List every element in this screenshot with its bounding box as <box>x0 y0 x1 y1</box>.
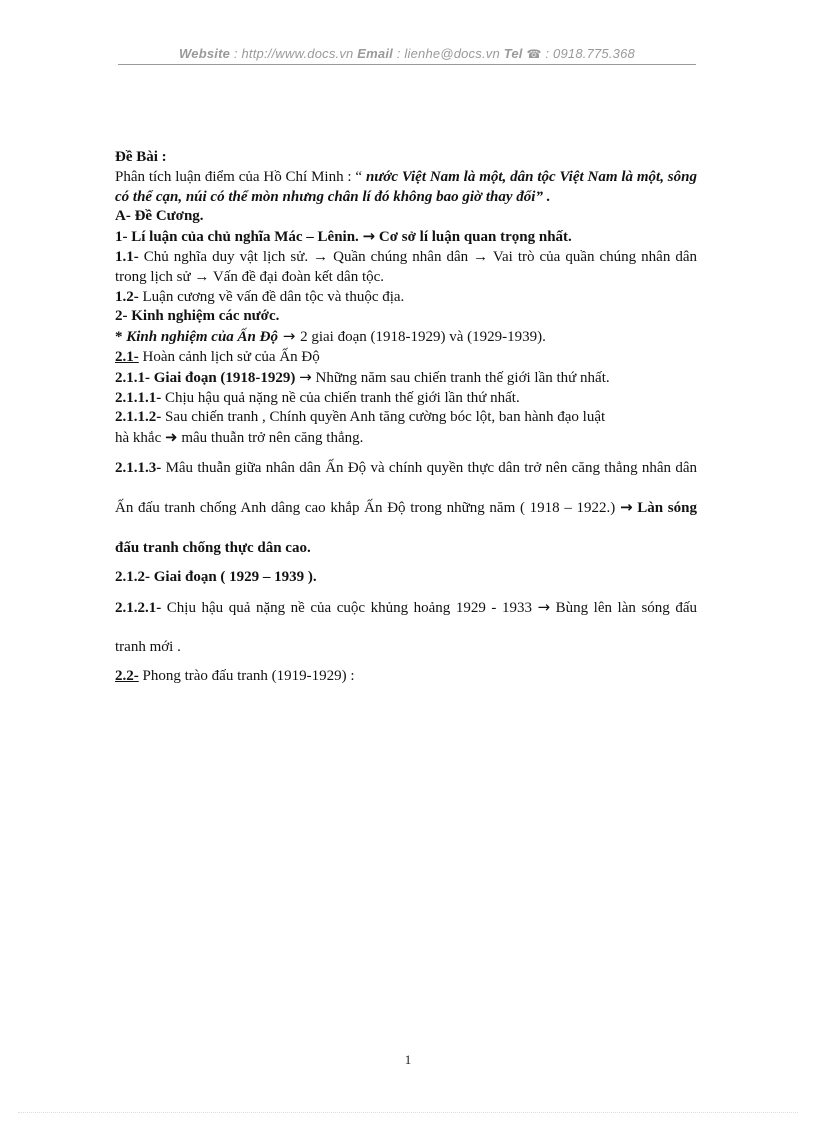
header-tel-value: 0918.775.368 <box>553 46 635 61</box>
outline-item-2-1-2-1-text: Chịu hậu quả nặng nề của cuộc khủng hoản… <box>166 599 538 616</box>
prompt-lead: Phân tích luận điểm của Hồ Chí Minh : “ <box>115 168 366 185</box>
section-heading-a: A- Đề Cương. <box>115 208 204 225</box>
arrow-icon: → <box>619 498 633 517</box>
header-email-label: Email <box>357 46 393 61</box>
outline-item-2-1-number: 2.1- <box>115 348 139 365</box>
outline-item-2-1-text: Hoàn cảnh lịch sử của Ấn Độ <box>138 348 320 365</box>
outline-item-1-1: 1.1- Chủ nghĩa duy vật lịch sử. → Quần c… <box>115 248 697 288</box>
outline-item-2-1-1-2-line2-post: mâu thuẫn trở nên căng thẳng. <box>177 430 364 447</box>
prompt-paragraph: Phân tích luận điểm của Hồ Chí Minh : “ … <box>115 168 697 208</box>
outline-item-2-star-title: Kinh nghiệm của Ấn Độ <box>126 329 278 346</box>
outline-item-2-2: 2.2- Phong trào đấu tranh (1919-1929) : <box>115 667 697 687</box>
page-header: Website : http://www.docs.vn Email : lie… <box>118 46 696 65</box>
arrow-icon: → <box>362 227 376 246</box>
outline-item-1-1-number: 1.1- <box>115 248 144 265</box>
outline-item-2-star-text: 2 giai đoạn (1918-1929) và (1929-1939). <box>300 329 546 346</box>
outline-item-2-1-2-1-number: 2.1.2.1- <box>115 599 167 616</box>
document-body: Đề Bài : Phân tích luận điểm của Hồ Chí … <box>115 148 697 687</box>
outline-item-2-1-1-number: 2.1.1- Giai đoạn (1918-1929) <box>115 369 300 386</box>
outline-item-1: 1- Lí luận của chủ nghĩa Mác – Lênin. → … <box>115 227 697 248</box>
outline-item-2-1: 2.1- Hoàn cảnh lịch sử của Ấn Độ <box>115 348 697 368</box>
outline-item-1-2: 1.2- Luận cương về vấn đề dân tộc và thu… <box>115 288 697 308</box>
header-email-value: lienhe@docs.vn <box>404 46 500 61</box>
outline-item-2-1-1-2-line2-pre: hà khắc <box>115 430 165 447</box>
telephone-icon: ☎ <box>526 47 542 61</box>
outline-item-2-1-1: 2.1.1- Giai đoạn (1918-1929) → Những năm… <box>115 368 697 389</box>
outline-item-2-1-2-1: 2.1.2.1- Chịu hậu quả nặng nề của cuộc k… <box>115 588 697 668</box>
page-title: Đề Bài : <box>115 149 167 165</box>
header-tel-label: Tel <box>503 46 523 61</box>
document-page: Website : http://www.docs.vn Email : lie… <box>0 0 816 1123</box>
outline-item-2-2-text: Phong trào đấu tranh (1919-1929) : <box>138 668 355 685</box>
header-email-separator: : <box>392 46 405 61</box>
outline-item-2-1-1-3-number: 2.1.1.3- <box>115 459 166 476</box>
header-website-label: Website <box>179 46 231 61</box>
outline-item-1-1-text: Chủ nghĩa duy vật lịch sử. → Quần chúng … <box>115 248 697 285</box>
outline-item-1-number: 1- Lí luận của chủ nghĩa Mác – Lênin. <box>115 229 363 246</box>
outline-item-1-2-number: 1.2- <box>115 288 143 305</box>
outline-item-2-2-number: 2.2- <box>115 668 139 685</box>
outline-item-2-1-1-3: 2.1.1.3- Mâu thuẫn giữa nhân dân Ấn Độ v… <box>115 449 697 568</box>
header-tel-separator: : <box>541 46 554 61</box>
bold-arrow-icon: ➜ <box>164 428 178 447</box>
outline-item-2-1-1-2-number: 2.1.1.2- <box>115 409 165 426</box>
outline-item-2-1-1-1-text: Chịu hậu quả nặng nề của chiến tranh thế… <box>165 389 520 406</box>
outline-item-2-1-1-1: 2.1.1.1- Chịu hậu quả nặng nề của chiến … <box>115 389 697 409</box>
outline-item-2-star: * Kinh nghiệm của Ấn Độ → 2 giai đoạn (1… <box>115 327 697 348</box>
outline-item-2-1-1-2-text: Sau chiến tranh , Chính quyền Anh tăng c… <box>165 409 606 426</box>
arrow-icon: → <box>537 597 551 616</box>
bullet-star: * <box>115 329 127 346</box>
footer-divider <box>18 1112 798 1114</box>
outline-item-2-1-1-2: 2.1.1.2- Sau chiến tranh , Chính quyền A… <box>115 408 697 428</box>
outline-item-2-1-1-2-line2: hà khắc ➜ mâu thuẫn trở nên căng thẳng. <box>115 428 697 449</box>
outline-item-2-1-1-3-text: Mâu thuẫn giữa nhân dân Ấn Độ và chính q… <box>115 459 698 517</box>
outline-item-2: 2- Kinh nghiệm các nước. <box>115 308 280 325</box>
header-website-url: http://www.docs.vn <box>241 46 354 61</box>
arrow-icon: → <box>299 367 312 386</box>
outline-item-2-1-1-1-number: 2.1.1.1- <box>115 389 165 406</box>
prompt-tail: ” . <box>535 188 551 205</box>
outline-item-2-1-1-text: Những năm sau chiến tranh thế giới lần t… <box>311 369 610 386</box>
outline-item-1-2-text: Luận cương về vấn đề dân tộc và thuộc đị… <box>142 288 405 305</box>
outline-item-1-text: Cơ sở lí luận quan trọng nhất. <box>375 229 572 246</box>
header-website-separator: : <box>230 46 242 61</box>
page-number: 1 <box>404 1052 412 1067</box>
arrow-icon: → <box>277 327 301 346</box>
outline-item-2-1-2: 2.1.2- Giai đoạn ( 1929 – 1939 ). <box>115 568 317 585</box>
